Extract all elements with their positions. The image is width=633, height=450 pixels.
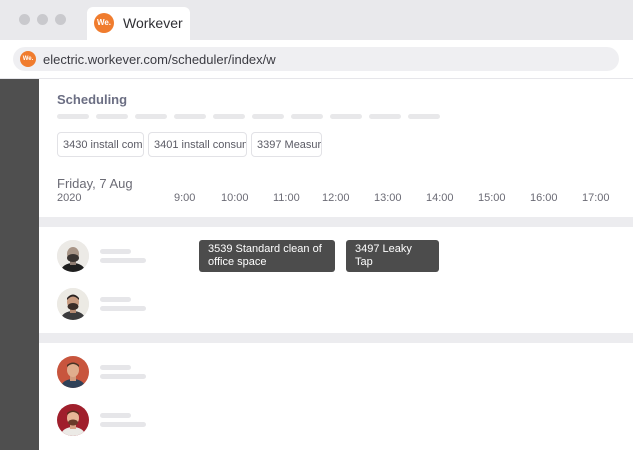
- placeholder-bar: [291, 114, 323, 119]
- workever-logo-icon: We.: [94, 13, 114, 33]
- role-placeholder: [100, 258, 146, 263]
- maximize-dot-icon[interactable]: [55, 14, 66, 25]
- placeholder-bar: [213, 114, 245, 119]
- site-favicon-icon: We.: [20, 51, 36, 67]
- group-separator: [39, 333, 633, 343]
- schedule-year: 2020: [57, 192, 82, 204]
- hour-label: 15:00: [478, 192, 506, 204]
- name-placeholder: [100, 297, 131, 302]
- name-placeholder: [100, 365, 131, 370]
- placeholder-bar: [408, 114, 440, 119]
- browser-window: We. Workever We. electric.workever.com/s…: [0, 0, 633, 450]
- avatar[interactable]: [57, 240, 89, 272]
- minimize-dot-icon[interactable]: [37, 14, 48, 25]
- address-url[interactable]: electric.workever.com/scheduler/index/w: [43, 52, 276, 67]
- close-dot-icon[interactable]: [19, 14, 30, 25]
- avatar-photo-icon: [57, 356, 89, 388]
- hour-label: 11:00: [273, 192, 300, 204]
- hour-label: 14:00: [426, 192, 454, 204]
- avatar-photo-icon: [57, 288, 89, 320]
- hour-label: 16:00: [530, 192, 558, 204]
- filter-chip-3397[interactable]: 3397 Measur: [251, 132, 322, 157]
- scheduler-main: Scheduling 3430 install com 3401 install…: [39, 79, 633, 450]
- filter-chip-3430[interactable]: 3430 install com: [57, 132, 144, 157]
- tab-title: Workever: [123, 15, 183, 31]
- hour-label: 12:00: [322, 192, 350, 204]
- role-placeholder: [100, 422, 146, 427]
- hour-label: 13:00: [374, 192, 402, 204]
- placeholder-bar: [252, 114, 284, 119]
- role-placeholder: [100, 306, 146, 311]
- address-bar[interactable]: We. electric.workever.com/scheduler/inde…: [13, 47, 619, 71]
- filter-chip-3401[interactable]: 3401 install consum: [148, 132, 247, 157]
- avatar-photo-icon: [57, 240, 89, 272]
- avatar[interactable]: [57, 288, 89, 320]
- avatar[interactable]: [57, 404, 89, 436]
- page-title: Scheduling: [57, 92, 128, 107]
- schedule-date: Friday, 7 Aug: [57, 176, 133, 191]
- placeholder-bar: [57, 114, 89, 119]
- placeholder-bar: [369, 114, 401, 119]
- browser-tab-workever[interactable]: We. Workever: [87, 7, 190, 40]
- avatar[interactable]: [57, 356, 89, 388]
- placeholder-bar: [330, 114, 362, 119]
- avatar-photo-icon: [57, 404, 89, 436]
- hour-label: 17:00: [582, 192, 610, 204]
- placeholder-bar: [174, 114, 206, 119]
- name-placeholder: [100, 249, 131, 254]
- app-sidebar: [0, 79, 39, 450]
- placeholder-bar: [96, 114, 128, 119]
- hour-label: 9:00: [174, 192, 196, 204]
- job-block-3539[interactable]: 3539 Standard clean of office space: [199, 240, 335, 272]
- hour-label: 10:00: [221, 192, 249, 204]
- address-row: We. electric.workever.com/scheduler/inde…: [0, 40, 633, 79]
- group-separator: [39, 217, 633, 227]
- job-block-3497[interactable]: 3497 Leaky Tap: [346, 240, 439, 272]
- name-placeholder: [100, 413, 131, 418]
- browser-tab-strip: We. Workever: [0, 0, 633, 40]
- placeholder-bar: [135, 114, 167, 119]
- role-placeholder: [100, 374, 146, 379]
